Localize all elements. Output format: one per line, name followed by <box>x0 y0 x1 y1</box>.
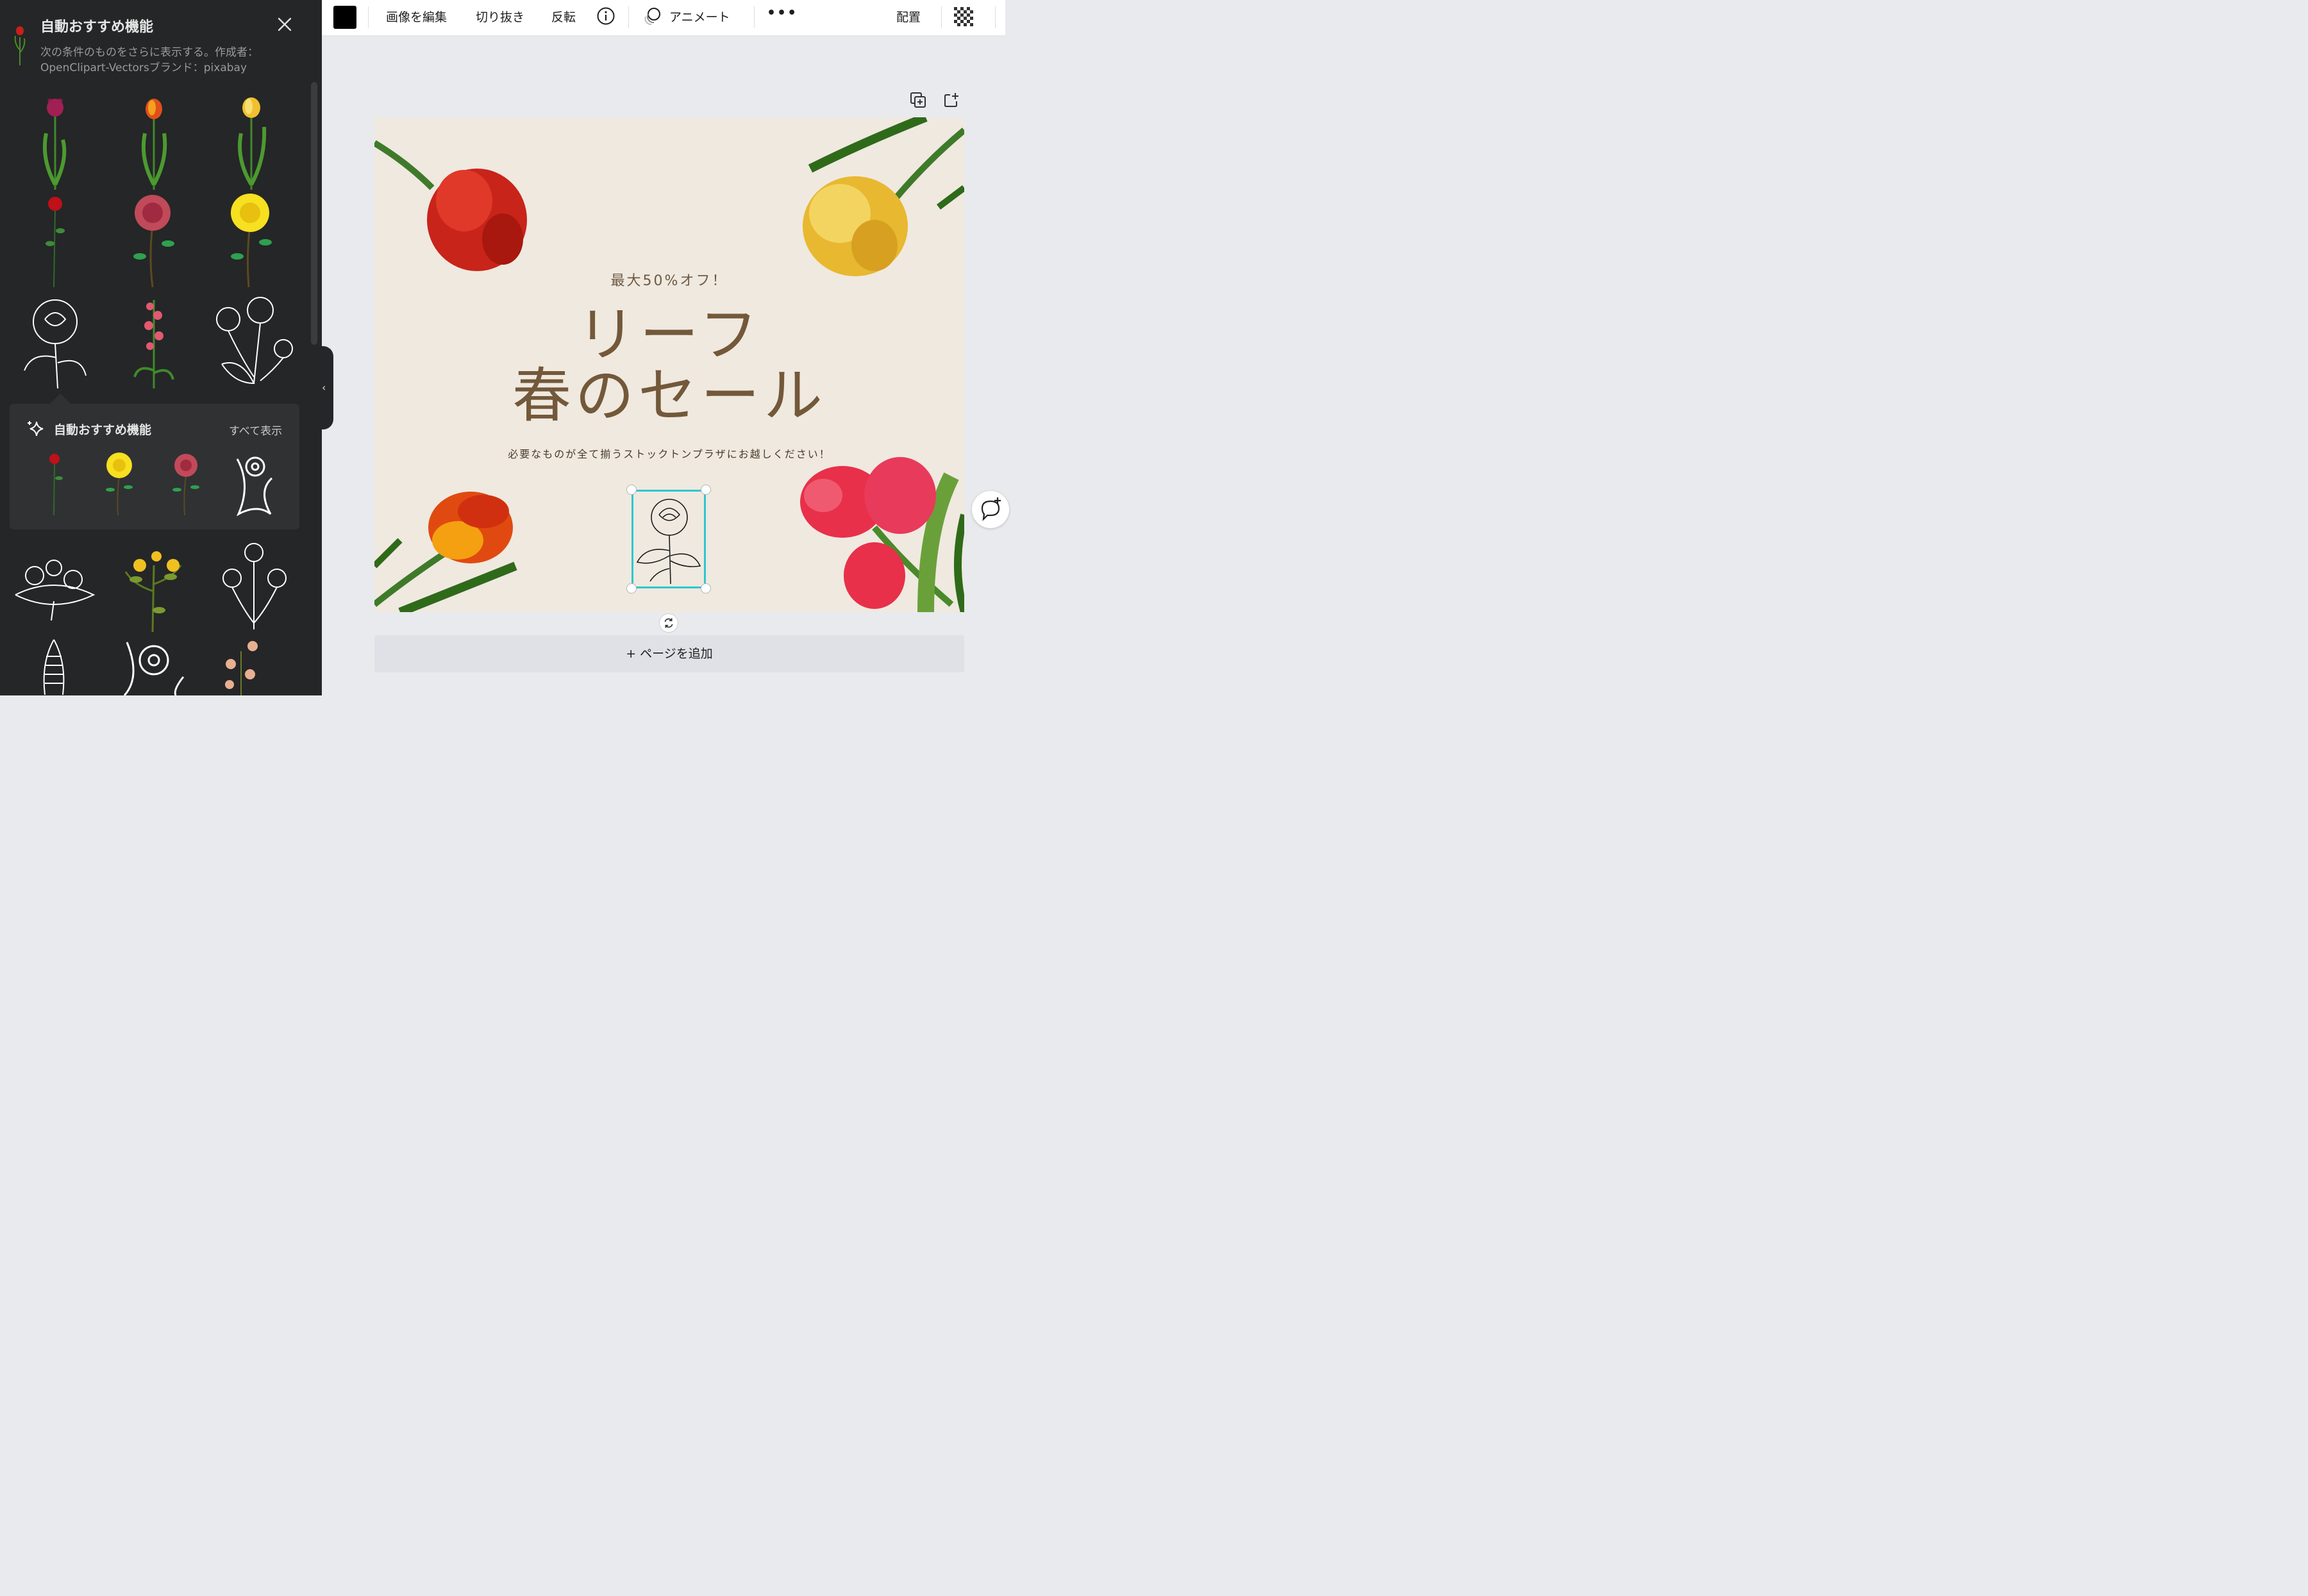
pink-rose-icon <box>172 454 199 516</box>
resize-handle-bottom-left[interactable] <box>626 583 637 594</box>
grid-item-yellow-rose[interactable] <box>224 192 278 288</box>
wildflowers-icon <box>124 551 182 633</box>
grid-item-orange-tulip[interactable] <box>131 95 177 191</box>
sale-description[interactable]: 必要なものが全て揃うストックトンプラザにお越しください！ <box>374 445 964 461</box>
yellow-tulip-top-right <box>803 176 908 276</box>
orange-tulip-bottom-left <box>428 492 513 563</box>
add-page-icon[interactable] <box>942 91 960 109</box>
grid-item-white-flower-bouquet[interactable] <box>9 544 100 627</box>
grid-item-white-hyacinth[interactable] <box>28 637 79 695</box>
selected-rose-element[interactable] <box>631 490 706 588</box>
animate-button[interactable]: アニメート <box>669 8 730 25</box>
color-picker-button[interactable] <box>333 6 356 29</box>
yellow-rose-icon <box>231 194 272 288</box>
position-button[interactable]: 配置 <box>896 8 921 25</box>
toolbar-divider <box>941 6 942 28</box>
panel-description: 次の条件のものをさらに表示する。作成者：OpenClipart-Vectorsブ… <box>40 46 258 74</box>
more-options-button[interactable]: ••• <box>767 5 798 21</box>
rose-lineart-icon <box>24 299 87 389</box>
recommend-item-yellow-rose[interactable] <box>101 450 137 517</box>
chevron-left-icon: ‹ <box>322 381 326 394</box>
panel-header: 自動おすすめ機能 次の条件のものをさらに表示する。作成者：OpenClipart… <box>0 0 322 80</box>
panel-scrollbar[interactable] <box>311 82 317 345</box>
grid-item-white-poppy-lineart[interactable] <box>209 294 297 390</box>
rotate-icon[interactable] <box>659 613 678 633</box>
transparency-icon[interactable] <box>954 7 973 26</box>
crop-button[interactable]: 切り抜き <box>476 8 524 25</box>
grid-item-peach-flowers[interactable] <box>218 638 264 695</box>
daisy-lineart-icon <box>236 456 273 517</box>
recommend-title: 自動おすすめ機能 <box>54 423 152 437</box>
grid-item-yellow-wildflowers[interactable] <box>121 540 187 633</box>
resize-handle-bottom-right[interactable] <box>701 583 711 594</box>
edit-image-button[interactable]: 画像を編集 <box>386 8 447 25</box>
grid-item-white-tulip-lineart[interactable] <box>218 540 290 633</box>
top-toolbar: 画像を編集 切り抜き 反転 アニメート ••• 配置 <box>322 0 1005 36</box>
close-icon[interactable] <box>276 15 294 33</box>
grid-item-pink-rose[interactable] <box>127 192 181 288</box>
duplicate-page-icon[interactable] <box>909 91 927 109</box>
grid-item-red-rose-stem[interactable] <box>32 192 78 288</box>
recommend-item-pink-rose[interactable] <box>168 450 204 517</box>
panel-title: 自動おすすめ機能 <box>40 19 154 35</box>
resize-handle-top-right[interactable] <box>701 485 711 495</box>
animate-icon[interactable] <box>642 6 663 26</box>
bouquet-lineart-icon <box>15 560 96 621</box>
collapse-panel-tab[interactable]: ‹ <box>319 346 333 429</box>
purple-tulip-icon <box>42 98 67 190</box>
recommend-item-red-rose-stem[interactable] <box>38 450 71 517</box>
hyacinth-lineart-icon <box>43 639 65 695</box>
snapdragon-icon <box>133 300 174 388</box>
info-icon[interactable] <box>596 6 615 26</box>
resize-handle-top-left[interactable] <box>626 485 637 495</box>
add-page-button[interactable]: + ページを追加 <box>374 635 964 672</box>
sale-title-line2[interactable]: 春のセール <box>374 364 964 428</box>
yellow-tulip-icon <box>238 97 267 190</box>
sparkle-icon <box>28 421 44 436</box>
toolbar-divider <box>754 6 755 28</box>
sale-title-line1[interactable]: リーフ <box>374 303 964 367</box>
grid-item-purple-tulip[interactable] <box>32 95 78 191</box>
poppy-lineart-icon <box>216 297 293 385</box>
peach-flowers-icon <box>225 641 258 695</box>
toolbar-divider <box>995 6 996 28</box>
orange-tulip-icon <box>141 99 167 190</box>
pink-tulips-bottom-right <box>800 457 936 609</box>
flip-button[interactable]: 反転 <box>551 8 576 25</box>
sale-subtitle[interactable]: 最大50%オフ！ <box>374 269 964 290</box>
pink-rose-icon <box>133 195 174 288</box>
elements-panel: 自動おすすめ機能 次の条件のものをさらに表示する。作成者：OpenClipart… <box>0 0 322 695</box>
red-rose-icon <box>49 454 63 516</box>
toolbar-divider <box>628 6 629 28</box>
recommend-item-white-daisy-lineart[interactable] <box>232 453 277 517</box>
add-comment-icon[interactable] <box>972 491 1009 528</box>
red-tulip-top-left <box>427 169 527 271</box>
rose-sketch-icon <box>636 499 701 585</box>
grid-item-white-rose-lineart[interactable] <box>19 294 91 390</box>
yellow-rose-icon <box>106 453 133 516</box>
recommend-box-pointer <box>50 394 71 404</box>
grid-item-white-daisy-lineart[interactable] <box>122 638 188 695</box>
red-rose-icon <box>46 197 65 288</box>
show-all-link[interactable]: すべて表示 <box>229 422 282 438</box>
grid-item-yellow-tulip[interactable] <box>228 95 274 191</box>
source-thumbnail <box>14 26 26 65</box>
grid-item-pink-snapdragon[interactable] <box>128 294 180 390</box>
toolbar-divider <box>368 6 369 28</box>
daisy-lineart-icon <box>123 642 185 695</box>
tulip-lineart-icon <box>222 543 287 629</box>
